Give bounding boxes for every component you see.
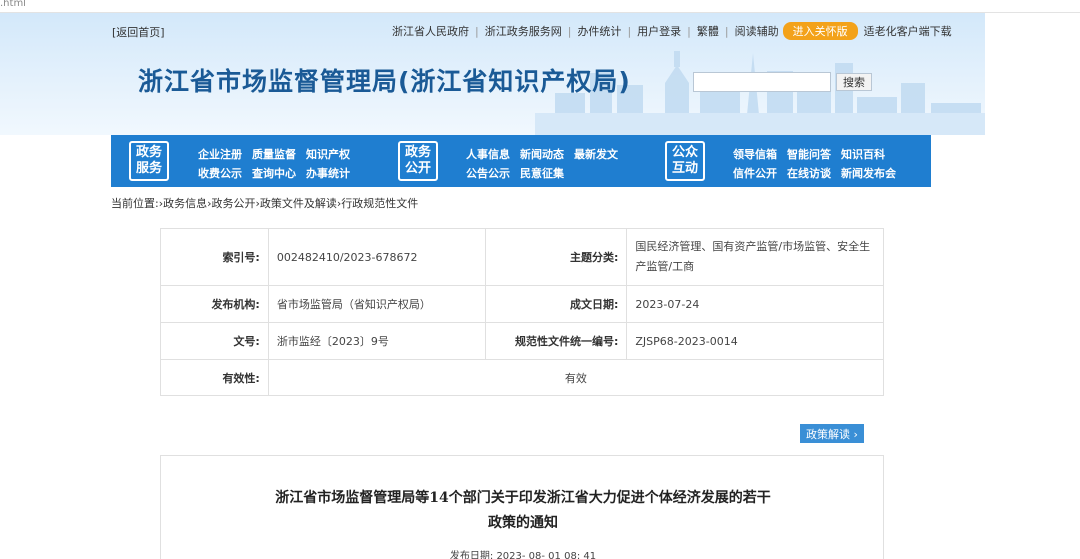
link-user-login[interactable]: 用户登录 (637, 23, 681, 39)
code-label: 规范性文件统一编号: (484, 322, 628, 360)
policy-interpretation-button[interactable]: 政策解读 › (800, 424, 864, 443)
nav-link[interactable]: 领导信箱 (733, 148, 777, 161)
nav-link[interactable]: 企业注册 (198, 148, 242, 161)
badge-line: 政务 (135, 145, 162, 160)
link-reading-assist[interactable]: 阅读辅助 (735, 23, 779, 39)
search-button[interactable]: 搜索 (836, 73, 872, 91)
separator: | (475, 24, 479, 38)
nav-link[interactable]: 知识百科 (841, 148, 885, 161)
code-value: ZJSP68-2023-0014 (626, 322, 884, 360)
date-value: 2023-07-24 (626, 285, 884, 323)
publisher-label: 发布机构: (160, 285, 269, 323)
site-title: 浙江省市场监督管理局(浙江省知识产权局) (138, 67, 631, 96)
badge-line: 公开 (404, 161, 431, 176)
nav-link[interactable]: 知识产权 (306, 148, 350, 161)
nav-badge-disclosure[interactable]: 政务 公开 (398, 141, 438, 181)
search-input[interactable] (693, 72, 831, 92)
nav-link[interactable]: 查询中心 (252, 167, 296, 180)
header-right-blank (985, 13, 1080, 135)
nav-link[interactable]: 新闻发布会 (841, 167, 896, 180)
validity-label: 有效性: (160, 359, 269, 396)
publisher-value: 省市场监管局（省知识产权局） (267, 285, 486, 323)
validity-value: 有效 (267, 359, 885, 396)
docno-label: 文号: (160, 322, 269, 360)
link-zhejiang-gov-service[interactable]: 浙江政务服务网 (485, 23, 562, 39)
publish-date: 发布日期: 2023- 08- 01 08: 41 (449, 551, 597, 559)
table-row: 有效性: 有效 (160, 359, 885, 396)
link-case-statistics[interactable]: 办件统计 (577, 23, 621, 39)
index-label: 索引号: (160, 228, 269, 286)
badge-line: 公众 (671, 145, 698, 160)
nav-link[interactable]: 信件公开 (733, 167, 777, 180)
date-label: 成文日期: (484, 285, 628, 323)
nav-links-disclosure: 人事信息 新闻动态 最新发文 公告公示 民意征集 (466, 145, 628, 183)
index-value: 002482410/2023-678672 (267, 228, 486, 286)
main-nav: 政务 服务 企业注册 质量监督 知识产权 收费公示 查询中心 办事统计 政务 公开 人事… (111, 135, 931, 187)
table-row: 文号: 浙市监经〔2023〕9号 规范性文件统一编号: ZJSP68-2023-… (160, 322, 884, 360)
separator: | (687, 24, 691, 38)
nav-link[interactable]: 新闻动态 (520, 148, 564, 161)
badge-line: 服务 (135, 161, 162, 176)
nav-badge-services[interactable]: 政务 服务 (129, 141, 169, 181)
document-title-line: 政策的通知 (488, 515, 558, 531)
nav-link[interactable]: 最新发文 (574, 148, 618, 161)
link-traditional-chinese[interactable]: 繁體 (697, 23, 719, 39)
nav-badge-interaction[interactable]: 公众 互动 (665, 141, 705, 181)
separator: | (567, 24, 572, 38)
breadcrumb[interactable]: 当前位置:›政务信息›政务公开›政策文件及解读›行政规范性文件 (111, 195, 418, 211)
nav-link[interactable]: 质量监督 (252, 148, 296, 161)
badge-line: 政务 (404, 145, 431, 160)
nav-link[interactable]: 公告公示 (466, 167, 510, 180)
link-zhejiang-government[interactable]: 浙江省人民政府 (392, 23, 469, 39)
nav-link[interactable]: 在线访谈 (787, 167, 831, 180)
nav-link[interactable]: 收费公示 (198, 167, 242, 180)
nav-link[interactable]: 人事信息 (466, 148, 510, 161)
care-mode-button[interactable]: 进入关怀版 (782, 22, 858, 40)
document-title: 浙江省市场监督管理局等14个部门关于印发浙江省大力促进个体经济发展的若干 政策的… (161, 486, 885, 536)
table-row: 发布机构: 省市场监管局（省知识产权局） 成文日期: 2023-07-24 (160, 285, 884, 323)
nav-link[interactable]: 智能问答 (787, 148, 831, 161)
topic-value: 国民经济管理、国有资产监管/市场监管、安全生产监管/工商 (626, 228, 884, 286)
nav-links-services: 企业注册 质量监督 知识产权 收费公示 查询中心 办事统计 (198, 145, 360, 183)
nav-link[interactable]: 民意征集 (520, 167, 564, 180)
separator: | (627, 24, 632, 38)
link-client-download[interactable]: 适老化客户端下载 (864, 23, 952, 39)
table-row: 索引号: 002482410/2023-678672 主题分类: 国民经济管理、… (160, 228, 884, 286)
badge-line: 互动 (671, 161, 698, 176)
nav-link[interactable]: 办事统计 (306, 167, 350, 180)
docno-value: 浙市监经〔2023〕9号 (267, 322, 486, 360)
separator: | (724, 24, 729, 38)
url-fragment: .html (0, 0, 26, 9)
document-info-table: 索引号: 002482410/2023-678672 主题分类: 国民经济管理、… (160, 228, 885, 396)
nav-links-interaction: 领导信箱 智能问答 知识百科 信件公开 在线访谈 新闻发布会 (733, 145, 906, 183)
document-title-line: 浙江省市场监督管理局等14个部门关于印发浙江省大力促进个体经济发展的若干 (275, 490, 771, 506)
topic-label: 主题分类: (484, 228, 628, 286)
document-content-box: 浙江省市场监督管理局等14个部门关于印发浙江省大力促进个体经济发展的若干 政策的… (160, 455, 884, 559)
back-home-link[interactable]: [返回首页] (112, 24, 165, 40)
top-links-bar: 浙江省人民政府 | 浙江政务服务网 | 办件统计 | 用户登录 | 繁體 | 阅… (392, 22, 952, 40)
